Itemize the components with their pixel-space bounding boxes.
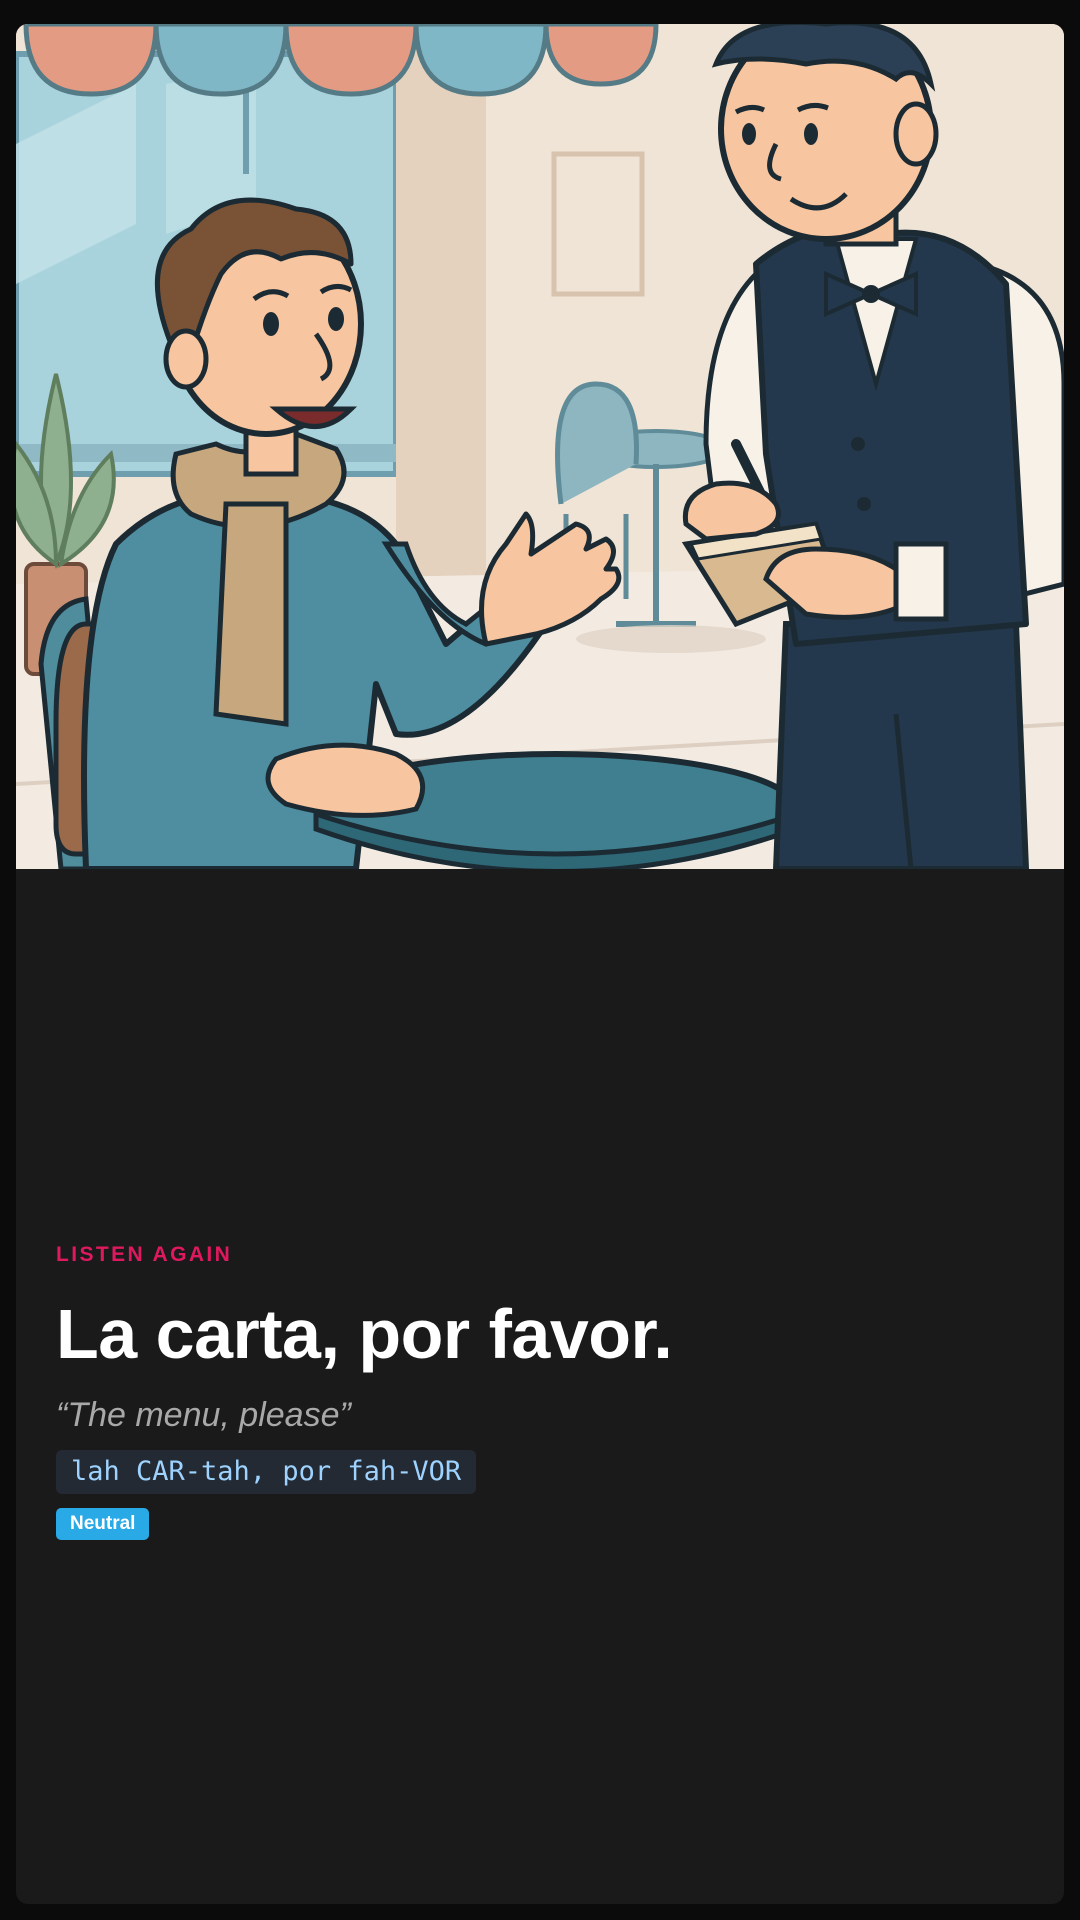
english-translation: “The menu, please” <box>56 1396 351 1434</box>
cafe-ordering-illustration-icon <box>16 24 1064 869</box>
tone-badge-row: Neutral <box>56 1508 1024 1540</box>
listen-again-label[interactable]: LISTEN AGAIN <box>56 1242 1024 1268</box>
phrase-card: LISTEN AGAIN La carta, por favor. “The m… <box>16 24 1064 1904</box>
phrase-details: LISTEN AGAIN La carta, por favor. “The m… <box>56 1242 1024 1540</box>
tone-badge: Neutral <box>56 1508 150 1540</box>
pronunciation-guide: lah CAR-tah, por fah-VOR <box>56 1450 477 1494</box>
cafe-illustration <box>16 24 1064 869</box>
spanish-phrase: La carta, por favor. <box>56 1295 673 1373</box>
